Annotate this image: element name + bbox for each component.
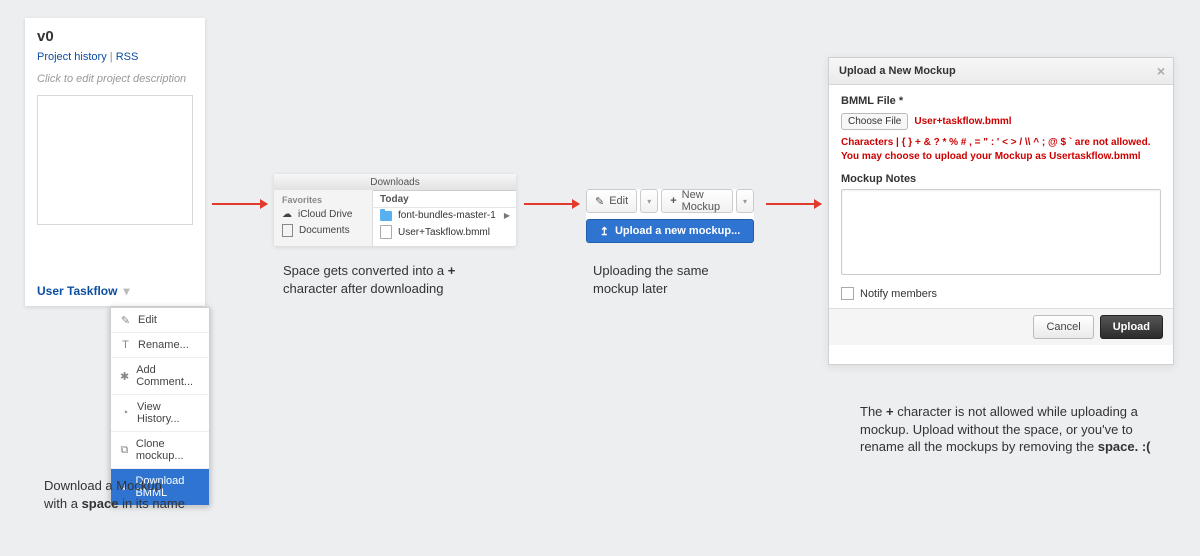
validation-error: Characters | { } + & ? * % # , = " : ' <… (841, 136, 1161, 163)
close-icon[interactable]: × (1157, 63, 1165, 79)
text-icon: T (120, 340, 131, 351)
plus-icon: + (670, 195, 676, 207)
date-group-header: Today (372, 190, 516, 208)
chevron-down-icon: ▾ (123, 284, 129, 298)
choose-file-button[interactable]: Choose File (841, 113, 908, 130)
pencil-icon: ✎ (120, 315, 131, 326)
edit-button[interactable]: ✎ Edit (586, 189, 637, 213)
caption-step1: Download a Mockup with a space in its na… (44, 477, 234, 512)
folder-icon (380, 211, 392, 221)
upload-icon: ↥ (600, 225, 609, 238)
finder-window: Downloads Favorites ☁ iCloud Drive Docum… (274, 174, 516, 246)
project-links: Project history | RSS (25, 51, 205, 69)
project-rss-link[interactable]: RSS (116, 51, 139, 63)
caption-step3: Uploading the same mockup later (593, 262, 753, 297)
bmml-file-label: BMML File * (841, 95, 1161, 107)
menu-clone[interactable]: ⧉Clone mockup... (111, 432, 209, 469)
flow-arrow-2 (524, 203, 579, 205)
mockup-title-label: User Taskflow (37, 284, 117, 298)
menu-edit[interactable]: ✎Edit (111, 308, 209, 333)
mockup-notes-textarea[interactable] (841, 189, 1161, 275)
expand-arrow-icon: ▶ (504, 211, 510, 220)
caret-down-icon: ▾ (647, 197, 651, 206)
notify-members-row[interactable]: Notify members (841, 287, 1161, 300)
finder-main: Today font-bundles-master-1 ▶ User+Taskf… (372, 190, 516, 246)
new-mockup-caret-button[interactable]: ▾ (736, 189, 754, 213)
project-panel: v0 Project history | RSS Click to edit p… (25, 18, 205, 306)
file-icon (380, 225, 392, 239)
flow-arrow-3 (766, 203, 821, 205)
caret-down-icon: ▾ (743, 197, 747, 206)
project-description[interactable]: Click to edit project description (25, 69, 205, 95)
upload-button[interactable]: Upload (1100, 315, 1163, 339)
clone-icon: ⧉ (120, 445, 129, 456)
file-row-folder[interactable]: font-bundles-master-1 ▶ (372, 208, 516, 223)
upload-new-mockup-button[interactable]: ↥ Upload a new mockup... (586, 219, 754, 243)
finder-sidebar: Favorites ☁ iCloud Drive Documents (274, 190, 373, 246)
dialog-title: Upload a New Mockup × (829, 58, 1173, 85)
caption-step2: Space gets converted into a + character … (283, 262, 513, 297)
notify-label: Notify members (860, 288, 937, 300)
new-mockup-button[interactable]: + New Mockup (661, 189, 733, 213)
menu-view-history[interactable]: ◔View History... (111, 395, 209, 432)
cancel-button[interactable]: Cancel (1033, 315, 1093, 339)
mockup-thumbnail[interactable] (37, 95, 193, 225)
project-history-link[interactable]: Project history (37, 51, 107, 63)
sidebar-item-icloud[interactable]: ☁ iCloud Drive (274, 207, 372, 222)
comment-icon: ✱ (120, 371, 129, 382)
menu-add-comment[interactable]: ✱Add Comment... (111, 358, 209, 395)
edit-caret-button[interactable]: ▾ (640, 189, 658, 213)
cloud-icon: ☁ (282, 209, 292, 220)
notify-checkbox[interactable] (841, 287, 854, 300)
sidebar-header: Favorites (274, 190, 372, 207)
pencil-icon: ✎ (595, 195, 604, 208)
flow-arrow-1 (212, 203, 267, 205)
document-icon (282, 224, 293, 237)
finder-title: Downloads (274, 174, 516, 191)
caption-step4: The + character is not allowed while upl… (860, 403, 1160, 456)
mockup-toolbar: ✎ Edit ▾ + New Mockup ▾ ↥ Upload a new m… (586, 189, 754, 241)
upload-mockup-dialog: Upload a New Mockup × BMML File * Choose… (828, 57, 1174, 365)
mockup-notes-label: Mockup Notes (841, 173, 1161, 185)
clock-icon: ◔ (120, 408, 130, 419)
project-title: v0 (25, 18, 205, 51)
chosen-filename: User+taskflow.bmml (914, 116, 1011, 127)
file-row-bmml[interactable]: User+Taskflow.bmml (372, 223, 516, 241)
menu-rename[interactable]: TRename... (111, 333, 209, 358)
mockup-title-dropdown[interactable]: User Taskflow ▾ (37, 284, 193, 298)
sidebar-item-documents[interactable]: Documents (274, 222, 372, 239)
